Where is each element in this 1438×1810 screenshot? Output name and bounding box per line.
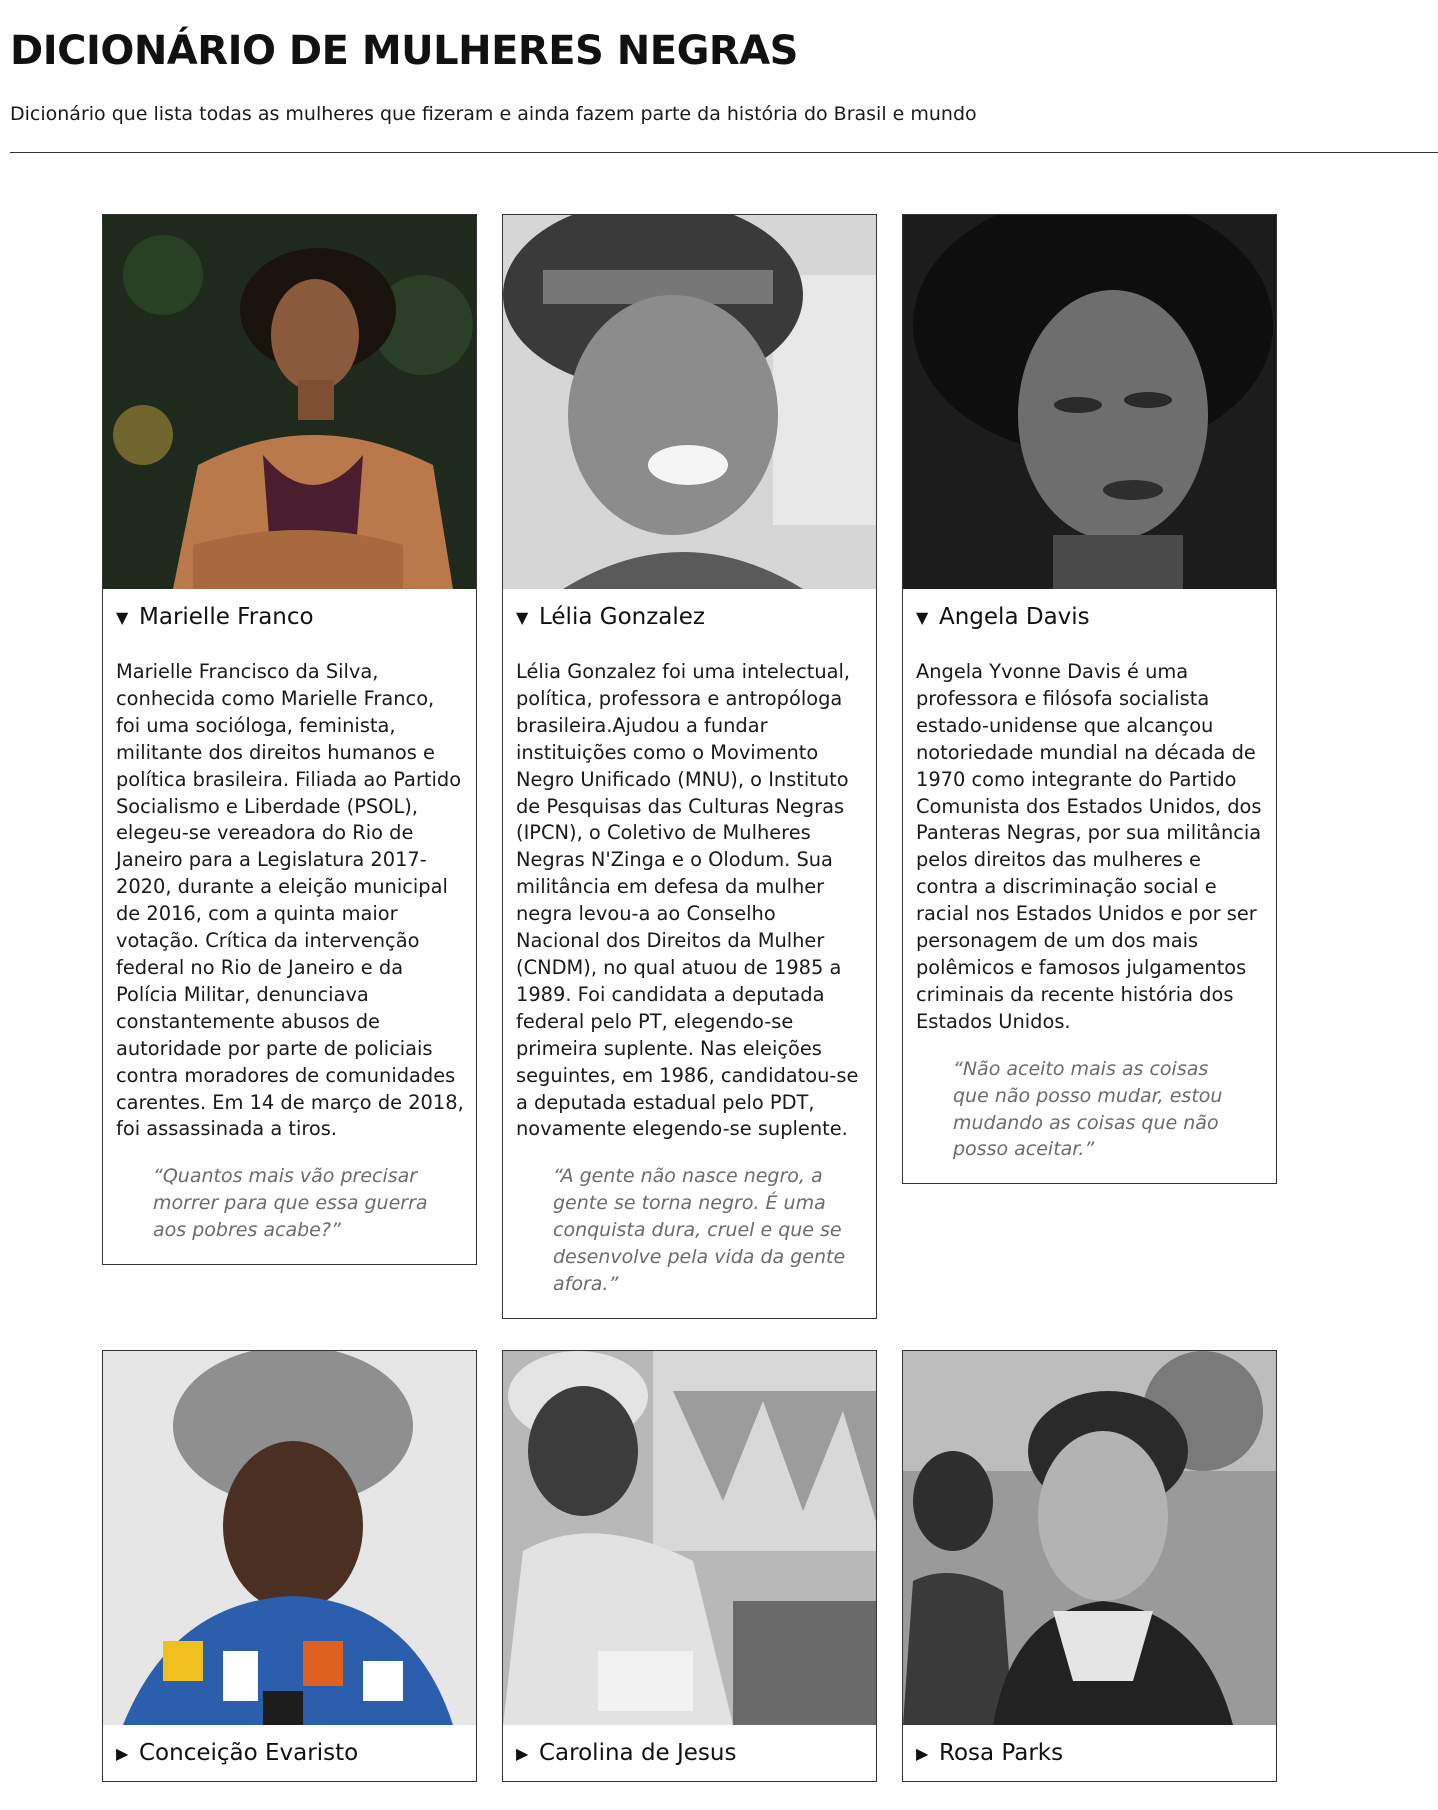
caret-right-icon: ▶ [916, 1743, 929, 1763]
caret-right-icon: ▶ [516, 1743, 529, 1763]
profile-card-angela-davis: ▼ Angela Davis Angela Yvonne Davis é uma… [902, 214, 1277, 1185]
page: DICIONÁRIO DE MULHERES NEGRAS Dicionário… [0, 0, 1438, 1810]
profile-photo-carolina-de-jesus [503, 1351, 876, 1725]
card-name: Lélia Gonzalez [539, 604, 705, 630]
card-toggle-carolina-de-jesus[interactable]: ▶ Carolina de Jesus [503, 1725, 876, 1781]
profile-photo-rosa-parks [903, 1351, 1276, 1725]
caret-down-icon: ▼ [916, 607, 929, 627]
card-name: Marielle Franco [139, 604, 314, 630]
profile-photo-angela-davis [903, 215, 1276, 589]
card-toggle-marielle-franco[interactable]: ▼ Marielle Franco [103, 589, 476, 645]
card-quote: “Não aceito mais as coisas que não posso… [953, 1057, 1223, 1161]
card-toggle-lelia-gonzalez[interactable]: ▼ Lélia Gonzalez [503, 589, 876, 645]
card-bio: Marielle Francisco da Silva, conhecida c… [116, 660, 464, 1141]
card-toggle-angela-davis[interactable]: ▼ Angela Davis [903, 589, 1276, 645]
card-name: Carolina de Jesus [539, 1740, 737, 1766]
header-divider [10, 152, 1438, 153]
caret-right-icon: ▶ [116, 1743, 129, 1763]
card-quote: “A gente não nasce negro, a gente se tor… [553, 1165, 846, 1295]
page-title: DICIONÁRIO DE MULHERES NEGRAS [10, 28, 798, 74]
profile-photo-lelia-gonzalez [503, 215, 876, 589]
profile-card-carolina-de-jesus: ▶ Carolina de Jesus [502, 1350, 877, 1782]
page-subtitle: Dicionário que lista todas as mulheres q… [10, 103, 977, 125]
card-name: Conceição Evaristo [139, 1740, 359, 1766]
card-bio: Lélia Gonzalez foi uma intelectual, polí… [516, 660, 859, 1141]
card-name: Rosa Parks [939, 1740, 1064, 1766]
card-toggle-conceicao-evaristo[interactable]: ▶ Conceição Evaristo [103, 1725, 476, 1781]
card-quote: “Quantos mais vão precisar morrer para q… [153, 1165, 428, 1242]
profile-card-marielle-franco: ▼ Marielle Franco Marielle Francisco da … [102, 214, 477, 1266]
profile-photo-marielle-franco [103, 215, 476, 589]
profile-photo-conceicao-evaristo [103, 1351, 476, 1725]
caret-down-icon: ▼ [116, 607, 129, 627]
caret-down-icon: ▼ [516, 607, 529, 627]
card-toggle-rosa-parks[interactable]: ▶ Rosa Parks [903, 1725, 1276, 1781]
profile-card-lelia-gonzalez: ▼ Lélia Gonzalez Lélia Gonzalez foi uma … [502, 214, 877, 1319]
card-name: Angela Davis [939, 604, 1090, 630]
card-bio: Angela Yvonne Davis é uma professora e f… [916, 660, 1262, 1033]
profile-card-rosa-parks: ▶ Rosa Parks [902, 1350, 1277, 1782]
profile-card-conceicao-evaristo: ▶ Conceição Evaristo [102, 1350, 477, 1782]
